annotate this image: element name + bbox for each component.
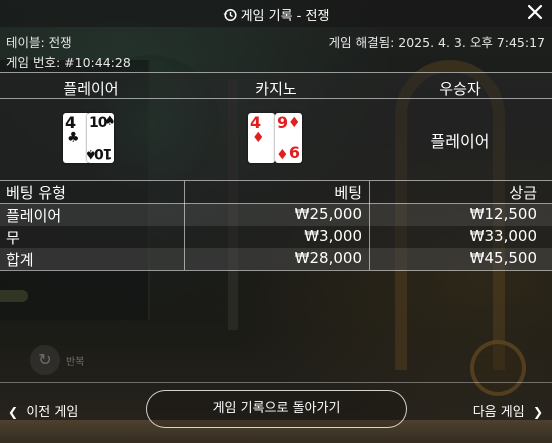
bet-amount-cell: ₩28,000: [294, 249, 362, 267]
game-number: 게임 번호: #10:44:28: [6, 55, 131, 70]
player-card-2: 10 ♠ ♠ 10: [85, 113, 116, 163]
chevron-right-icon: ❯: [532, 405, 543, 419]
payout-cell: ₩33,000: [469, 227, 537, 245]
payout-cell: ₩12,500: [469, 205, 537, 223]
page-title: 게임 기록 - 전쟁: [0, 5, 552, 24]
resolved-time: 게임 해결됨: 2025. 4. 3. 오후 7:45:17: [328, 35, 545, 50]
repeat-label: 반복: [66, 356, 85, 368]
row-divider: [0, 203, 552, 204]
repeat-icon: ↻: [30, 345, 60, 375]
column-divider: [184, 181, 185, 270]
repeat-control: ↻ 반복: [30, 345, 84, 375]
previous-game-label: 이전 게임: [26, 405, 79, 420]
table-name: 테이블: 전쟁: [6, 35, 72, 50]
close-button[interactable]: [526, 3, 544, 21]
bet-type-cell: 무: [6, 229, 20, 247]
casino-card-2: 9 ♦ ♦ 6: [275, 113, 302, 163]
chevron-left-icon: ❮: [8, 405, 19, 419]
header-bet: 베팅: [334, 184, 362, 202]
hands-divider: [0, 98, 552, 99]
page-title-text: 게임 기록 - 전쟁: [240, 9, 330, 24]
header-payout: 상금: [509, 184, 537, 202]
previous-game-button[interactable]: ❮ 이전 게임: [8, 401, 78, 420]
bet-type-cell: 합계: [6, 251, 34, 269]
payout-cell: ₩45,500: [469, 249, 537, 267]
casino-card-1: 4 ♦: [248, 113, 275, 163]
table-row: 합계 ₩28,000 ₩45,500: [0, 248, 552, 270]
next-game-label: 다음 게임: [472, 405, 525, 420]
side-tab: [0, 290, 28, 302]
back-to-history-button[interactable]: 게임 기록으로 돌아가기: [146, 390, 407, 428]
table-row: 플레이어 ₩25,000 ₩12,500: [0, 204, 552, 226]
row-divider: [0, 270, 552, 271]
bet-amount-cell: ₩3,000: [304, 227, 362, 245]
column-divider: [369, 181, 370, 270]
player-header: 플레이어: [63, 80, 119, 98]
bet-type-cell: 플레이어: [6, 207, 62, 225]
history-icon: [223, 8, 237, 22]
table-row: 무 ₩3,000 ₩33,000: [0, 226, 552, 248]
bet-amount-cell: ₩25,000: [294, 205, 362, 223]
next-game-button[interactable]: 다음 게임 ❯: [473, 401, 543, 420]
casino-header: 카지노: [255, 80, 297, 98]
bets-header-row: 베팅 유형 베팅 상금: [0, 181, 552, 203]
winner-value: 플레이어: [430, 132, 490, 151]
winner-header: 우승자: [439, 80, 481, 98]
close-icon[interactable]: [526, 3, 544, 21]
footer-divider: [0, 382, 552, 383]
header-bet-type: 베팅 유형: [6, 184, 66, 202]
